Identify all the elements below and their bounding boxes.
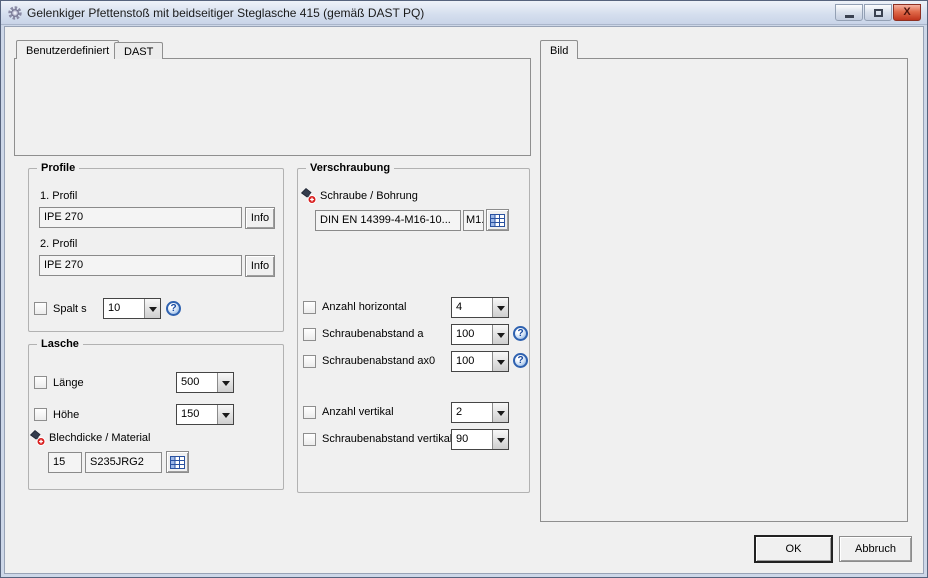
chevron-down-icon[interactable] bbox=[217, 405, 233, 424]
schraubenabstand-vertikal-value: 90 bbox=[452, 430, 492, 449]
spalt-label: Spalt s bbox=[53, 302, 87, 316]
laenge-label: Länge bbox=[53, 376, 84, 390]
schraubenabstand-a-help-icon[interactable]: ? bbox=[513, 326, 528, 341]
anzahl-horizontal-value: 4 bbox=[452, 298, 492, 317]
profil1-label: 1. Profil bbox=[40, 189, 77, 203]
tab-bild[interactable]: Bild bbox=[540, 40, 578, 59]
minimize-button[interactable] bbox=[835, 4, 863, 21]
anzahl-vertikal-checkbox[interactable] bbox=[303, 406, 316, 419]
maximize-button[interactable] bbox=[864, 4, 892, 21]
anzahl-horizontal-label: Anzahl horizontal bbox=[322, 300, 406, 314]
anzahl-horizontal-checkbox[interactable] bbox=[303, 301, 316, 314]
material-table-button[interactable] bbox=[166, 451, 189, 473]
profil2-info-button[interactable]: Info bbox=[245, 255, 275, 277]
anzahl-vertikal-value: 2 bbox=[452, 403, 492, 422]
spalt-value: 10 bbox=[104, 299, 144, 318]
profil2-field[interactable]: IPE 270 bbox=[39, 255, 242, 276]
chevron-down-icon[interactable] bbox=[492, 352, 508, 371]
blechdicke-field[interactable]: 15 bbox=[48, 452, 82, 473]
anzahl-horizontal-combobox[interactable]: 4 bbox=[451, 297, 509, 318]
tab-dast[interactable]: DAST bbox=[114, 42, 163, 59]
schraubenabstand-ax0-combobox[interactable]: 100 bbox=[451, 351, 509, 372]
schraubenabstand-vertikal-checkbox[interactable] bbox=[303, 433, 316, 446]
profile-group-title: Profile bbox=[37, 161, 79, 176]
hoehe-label: Höhe bbox=[53, 408, 79, 422]
abbruch-button[interactable]: Abbruch bbox=[839, 536, 912, 562]
profil1-field[interactable]: IPE 270 bbox=[39, 207, 242, 228]
bohrung-field[interactable]: M1... bbox=[463, 210, 484, 231]
spalt-combobox[interactable]: 10 bbox=[103, 298, 161, 319]
laenge-checkbox[interactable] bbox=[34, 376, 47, 389]
bild-tab-panel bbox=[540, 58, 908, 522]
spalt-help-icon[interactable]: ? bbox=[166, 301, 181, 316]
hoehe-combobox[interactable]: 150 bbox=[176, 404, 234, 425]
schraubenabstand-a-label: Schraubenabstand a bbox=[322, 327, 424, 341]
schraubenabstand-a-combobox[interactable]: 100 bbox=[451, 324, 509, 345]
schraubenabstand-ax0-value: 100 bbox=[452, 352, 492, 371]
chevron-down-icon[interactable] bbox=[217, 373, 233, 392]
profil1-info-button[interactable]: Info bbox=[245, 207, 275, 229]
laenge-combobox[interactable]: 500 bbox=[176, 372, 234, 393]
schraubenabstand-ax0-label: Schraubenabstand ax0 bbox=[322, 354, 435, 368]
anzahl-vertikal-label: Anzahl vertikal bbox=[322, 405, 394, 419]
schraubenabstand-a-checkbox[interactable] bbox=[303, 328, 316, 341]
close-button[interactable]: X bbox=[893, 4, 921, 21]
schraubenabstand-ax0-help-icon[interactable]: ? bbox=[513, 353, 528, 368]
chevron-down-icon[interactable] bbox=[492, 403, 508, 422]
schraube-table-button[interactable] bbox=[486, 209, 509, 231]
profil2-label: 2. Profil bbox=[40, 237, 77, 251]
title-bar[interactable]: Gelenkiger Pfettenstoß mit beidseitiger … bbox=[1, 1, 927, 25]
hoehe-value: 150 bbox=[177, 405, 217, 424]
schraubenabstand-ax0-checkbox[interactable] bbox=[303, 355, 316, 368]
anschluss-tab-panel bbox=[14, 58, 531, 156]
hoehe-checkbox[interactable] bbox=[34, 408, 47, 421]
ok-button[interactable]: OK bbox=[755, 536, 832, 562]
material-add-tool-icon bbox=[29, 429, 46, 446]
schraubenabstand-vertikal-combobox[interactable]: 90 bbox=[451, 429, 509, 450]
minimize-icon bbox=[845, 15, 854, 18]
blechdicke-label: Blechdicke / Material bbox=[49, 431, 151, 445]
spalt-checkbox[interactable] bbox=[34, 302, 47, 315]
table-icon bbox=[490, 214, 505, 227]
dialog-body: Benutzerdefiniert DAST _Work Anschluss k… bbox=[4, 26, 924, 574]
schraubenabstand-a-value: 100 bbox=[452, 325, 492, 344]
dialog-window: Gelenkiger Pfettenstoß mit beidseitiger … bbox=[0, 0, 928, 578]
app-gear-icon bbox=[7, 5, 23, 21]
lasche-group-title: Lasche bbox=[37, 337, 83, 352]
window-title: Gelenkiger Pfettenstoß mit beidseitiger … bbox=[27, 6, 424, 20]
chevron-down-icon[interactable] bbox=[492, 325, 508, 344]
close-icon: X bbox=[903, 7, 910, 18]
tab-benutzerdefiniert[interactable]: Benutzerdefiniert bbox=[16, 40, 119, 59]
material-field[interactable]: S235JRG2 bbox=[85, 452, 162, 473]
chevron-down-icon[interactable] bbox=[492, 430, 508, 449]
laenge-value: 500 bbox=[177, 373, 217, 392]
table-icon bbox=[170, 456, 185, 469]
anzahl-vertikal-combobox[interactable]: 2 bbox=[451, 402, 509, 423]
maximize-icon bbox=[874, 9, 883, 17]
schraube-add-tool-icon bbox=[300, 187, 317, 204]
chevron-down-icon[interactable] bbox=[144, 299, 160, 318]
schraubenabstand-vertikal-label: Schraubenabstand vertikal bbox=[322, 432, 452, 446]
chevron-down-icon[interactable] bbox=[492, 298, 508, 317]
schraube-field[interactable]: DIN EN 14399-4-M16-10... bbox=[315, 210, 461, 231]
verschraubung-group-title: Verschraubung bbox=[306, 161, 394, 176]
schraube-bohrung-label: Schraube / Bohrung bbox=[320, 189, 418, 203]
